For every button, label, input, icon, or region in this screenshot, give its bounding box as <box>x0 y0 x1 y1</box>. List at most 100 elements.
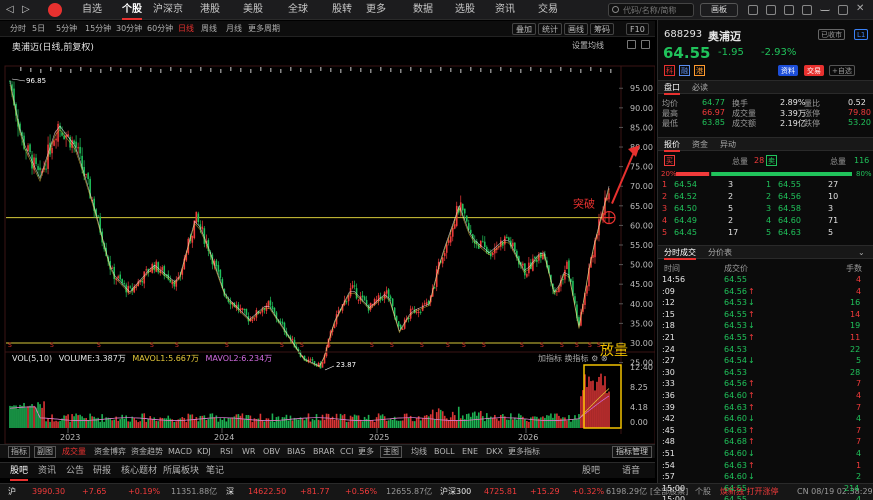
indicator-item[interactable]: OBV <box>263 445 280 458</box>
ask-price[interactable]: 64.56 <box>778 192 801 201</box>
indicator-item[interactable]: CCI <box>340 445 354 458</box>
nav-item[interactable]: 交易 <box>538 0 558 20</box>
bottom-tab[interactable]: 公告 <box>66 463 84 479</box>
overlay-button[interactable]: 叠加 <box>512 23 536 35</box>
indicator-item[interactable]: WR <box>242 445 255 458</box>
indicator-more[interactable]: 更多指标 <box>508 445 540 458</box>
tab-quote[interactable]: 报价 <box>664 138 680 152</box>
bottom-tab[interactable]: 核心题材 <box>121 463 157 479</box>
bid-price[interactable]: 64.45 <box>674 228 697 237</box>
nav-item[interactable]: 港股 <box>200 0 220 20</box>
nav-item[interactable]: 更多 <box>366 0 386 20</box>
profile-button[interactable]: 资料 <box>778 65 798 76</box>
maximize-icon[interactable] <box>838 5 848 15</box>
nav-item[interactable]: 资讯 <box>495 0 515 20</box>
kline-chart[interactable]: 95.0090.0085.0080.0075.0070.0065.0060.00… <box>0 37 655 444</box>
message-icon[interactable] <box>748 5 758 15</box>
gear-icon[interactable]: ⚙ <box>591 354 598 363</box>
tab-handicap[interactable]: 盘口 <box>664 81 680 95</box>
user-icon[interactable] <box>784 5 794 15</box>
add-watchlist-button[interactable]: +自选 <box>829 65 855 76</box>
bottom-tab[interactable]: 笔记 <box>206 463 224 479</box>
indicator-item[interactable]: 均线 <box>411 445 427 458</box>
period-item[interactable]: 60分钟 <box>147 21 173 37</box>
bottom-tab[interactable]: 研报 <box>93 463 111 479</box>
nav-item[interactable]: 美股 <box>243 0 263 20</box>
ask-price[interactable]: 64.60 <box>778 216 801 225</box>
forward-icon[interactable]: ▷ <box>22 0 30 20</box>
ask-price[interactable]: 64.55 <box>778 180 801 189</box>
indicator-item-active[interactable]: 成交量 <box>62 445 86 458</box>
period-item[interactable]: 30分钟 <box>116 21 142 37</box>
nav-item[interactable]: 选股 <box>455 0 475 20</box>
trade-time: :12 <box>662 298 675 308</box>
indicator-more[interactable]: 更多 <box>358 445 374 458</box>
tab-must-read[interactable]: 必读 <box>692 81 708 94</box>
f10-button[interactable]: F10 <box>626 23 649 35</box>
nav-item[interactable]: 沪深京 <box>153 0 183 20</box>
indicator-tab[interactable]: 指标 <box>8 446 30 458</box>
stats-button[interactable]: 统计 <box>538 23 562 35</box>
tab-tick-trades[interactable]: 分时成交 <box>664 246 696 260</box>
bid-price[interactable]: 64.50 <box>674 204 697 213</box>
change-indicator-button[interactable]: 换指标 <box>565 354 589 363</box>
grid-icon[interactable] <box>766 5 776 15</box>
nav-item-active[interactable]: 个股 <box>122 0 142 20</box>
indicator-tab[interactable]: 主图 <box>380 446 402 458</box>
indicator-item[interactable]: ENE <box>462 445 478 458</box>
period-item[interactable]: 周线 <box>201 21 217 37</box>
indicator-manage-button[interactable]: 指标管理 <box>612 446 652 458</box>
nav-item[interactable]: 股转 <box>332 0 352 20</box>
close-icon[interactable]: ✕ <box>856 4 866 14</box>
ask-price[interactable]: 64.63 <box>778 228 801 237</box>
index-name[interactable]: 深 <box>226 484 234 500</box>
indicator-item[interactable]: BRAR <box>313 445 335 458</box>
tab-funds[interactable]: 资金 <box>692 138 708 151</box>
index-name[interactable]: 沪深300 <box>440 484 471 500</box>
search-input[interactable]: 代码/名称/简称 <box>608 3 694 17</box>
indicator-item[interactable]: MACD <box>168 445 192 458</box>
period-item[interactable]: 5日 <box>32 21 45 37</box>
add-indicator-button[interactable]: 加指标 <box>538 354 562 363</box>
nav-item[interactable]: 全球 <box>288 0 308 20</box>
bottom-tab[interactable]: 资讯 <box>38 463 56 479</box>
ask-price[interactable]: 64.58 <box>778 204 801 213</box>
indicator-item[interactable]: RSI <box>220 445 233 458</box>
indicator-item[interactable]: KDJ <box>197 445 211 458</box>
indicator-item[interactable]: 资金博弈 <box>94 445 126 458</box>
bid-price[interactable]: 64.49 <box>674 216 697 225</box>
tab-anomaly[interactable]: 异动 <box>720 138 736 151</box>
indicator-item[interactable]: DKX <box>486 445 503 458</box>
nav-item[interactable]: 数据 <box>413 0 433 20</box>
period-item-active[interactable]: 日线 <box>178 21 194 37</box>
voice-button[interactable]: 语音 <box>622 463 640 479</box>
indicator-item[interactable]: BIAS <box>287 445 305 458</box>
chevron-down-icon[interactable]: ⌄ <box>858 246 865 259</box>
minimize-icon[interactable] <box>820 5 830 11</box>
close-icon[interactable]: ⊗ <box>601 354 608 363</box>
nav-item[interactable]: 自选 <box>82 0 102 20</box>
app-logo[interactable] <box>48 3 62 17</box>
period-item[interactable]: 15分钟 <box>85 21 111 37</box>
menu-icon[interactable] <box>802 5 812 15</box>
bottom-tab-active[interactable]: 股吧 <box>10 463 29 481</box>
chips-button[interactable]: 筹码 <box>590 23 614 35</box>
indicator-item[interactable]: 资金趋势 <box>131 445 163 458</box>
index-name[interactable]: 沪 <box>8 484 16 500</box>
draw-line-button[interactable]: 画线 <box>564 23 588 35</box>
bottom-tab[interactable]: 所属板块 <box>163 463 199 479</box>
period-item[interactable]: 月线 <box>226 21 242 37</box>
back-icon[interactable]: ◁ <box>6 0 14 20</box>
indicator-tab[interactable]: 副图 <box>34 446 56 458</box>
period-item[interactable]: 分时 <box>10 21 26 37</box>
indicator-item[interactable]: BOLL <box>434 445 455 458</box>
bid-price[interactable]: 64.54 <box>674 180 697 189</box>
trade-button[interactable]: 交易 <box>804 65 824 76</box>
stock-label[interactable]: 个股 <box>695 484 711 500</box>
forum-button[interactable]: 股吧 <box>582 463 600 479</box>
tab-price-table[interactable]: 分价表 <box>708 246 732 259</box>
bid-price[interactable]: 64.52 <box>674 192 697 201</box>
period-item[interactable]: 5分钟 <box>56 21 77 37</box>
period-more[interactable]: 更多周期 <box>248 21 280 37</box>
draw-board-button[interactable]: 画板 <box>700 3 738 17</box>
